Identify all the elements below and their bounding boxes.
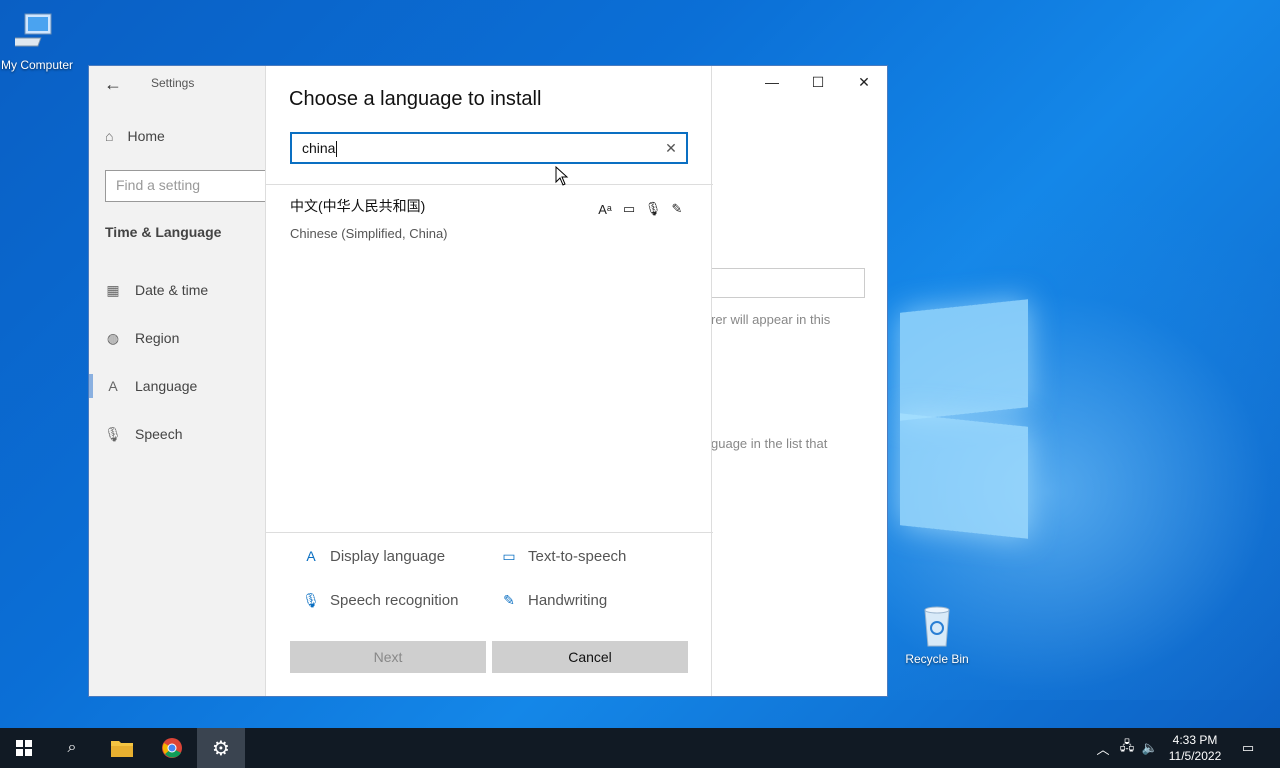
chrome-button[interactable] — [148, 728, 196, 768]
sidebar-item-label: Region — [135, 330, 180, 346]
clear-search-icon[interactable]: ✕ — [662, 139, 680, 157]
volume-icon[interactable]: 🔈 — [1140, 728, 1160, 768]
desktop-icon-recycle-bin[interactable]: Recycle Bin — [900, 604, 974, 666]
window-controls: — ☐ ✕ — [749, 66, 887, 98]
search-value: china — [302, 140, 336, 156]
sidebar-item-label: Language — [135, 378, 198, 394]
settings-window: ← Settings ⌂ Home Find a setting Time & … — [88, 65, 888, 697]
text-to-speech-icon: ▭ — [622, 201, 636, 216]
close-icon[interactable]: ✕ — [841, 66, 887, 98]
speech-recognition-icon: 🎙 — [302, 591, 320, 608]
settings-sidebar: ← Settings ⌂ Home Find a setting Time & … — [89, 66, 275, 696]
sidebar-item-speech[interactable]: 🎙 Speech — [104, 425, 183, 443]
recycle-bin-icon — [915, 604, 959, 648]
speech-recognition-icon: 🎙 — [644, 201, 662, 216]
handwriting-icon: ✎ — [671, 201, 683, 216]
chrome-icon — [162, 738, 182, 758]
legend-label: Handwriting — [528, 591, 608, 609]
window-title: Settings — [151, 76, 195, 90]
background-input — [711, 268, 865, 298]
background-text: guage in the list that — [711, 436, 828, 451]
clock[interactable]: 4:33 PM 11/5/2022 — [1160, 732, 1230, 764]
language-english-name: Chinese (Simplified, China) — [290, 226, 448, 241]
display-language-icon: A — [306, 548, 316, 564]
next-button[interactable]: Next — [290, 641, 486, 673]
legend-text-to-speech: ▭ Text-to-speech — [500, 547, 626, 565]
handwriting-icon: ✎ — [503, 591, 515, 608]
feature-legend: A Display language ▭ Text-to-speech 🎙 Sp… — [266, 532, 713, 632]
gear-icon: ⚙ — [212, 737, 230, 760]
dialog-title: Choose a language to install — [289, 88, 542, 110]
active-indicator — [89, 374, 93, 398]
maximize-icon[interactable]: ☐ — [795, 66, 841, 98]
language-icon: A — [108, 378, 118, 394]
desktop-icon-label: My Computer — [0, 58, 74, 72]
search-icon: ⌕ — [67, 739, 77, 756]
network-icon[interactable]: 🖧 — [1116, 728, 1138, 768]
cancel-button[interactable]: Cancel — [492, 641, 688, 673]
clock-date: 11/5/2022 — [1168, 749, 1222, 763]
sidebar-item-label: Speech — [135, 426, 183, 442]
legend-speech-recognition: 🎙 Speech recognition — [302, 591, 458, 609]
settings-taskbar-button[interactable]: ⚙ — [197, 728, 245, 768]
desktop-icon-label: Recycle Bin — [905, 652, 969, 666]
background-text: rer will appear in this — [711, 312, 831, 327]
legend-handwriting: ✎ Handwriting — [500, 591, 607, 609]
windows-icon — [16, 740, 32, 756]
file-explorer-button[interactable] — [98, 728, 146, 768]
desktop-icon-my-computer[interactable]: My Computer — [0, 10, 74, 72]
language-native-name: 中文(中华人民共和国) — [290, 198, 426, 214]
home-icon: ⌂ — [105, 128, 114, 144]
sidebar-item-label: Date & time — [135, 282, 209, 298]
back-arrow-icon[interactable]: ← — [101, 72, 125, 96]
show-hidden-icons-icon[interactable]: ︿ — [1094, 728, 1112, 768]
sidebar-item-region[interactable]: ◍ Region — [105, 329, 180, 347]
nav-home[interactable]: ⌂ Home — [105, 128, 165, 144]
microphone-icon: 🎙 — [104, 425, 122, 442]
computer-icon — [7, 10, 59, 54]
find-setting-input[interactable]: Find a setting — [105, 170, 275, 202]
choose-language-dialog: Choose a language to install china ✕ 中文(… — [265, 66, 713, 696]
language-result-row[interactable]: 中文(中华人民共和国) Chinese (Simplified, China) … — [266, 186, 713, 252]
search-button[interactable]: ⌕ — [48, 728, 96, 768]
minimize-icon[interactable]: — — [749, 66, 795, 98]
notifications-icon[interactable]: ▭ — [1236, 728, 1260, 768]
legend-label: Text-to-speech — [528, 547, 627, 565]
sidebar-item-date-time[interactable]: ▦ Date & time — [105, 281, 209, 299]
windows-logo-wallpaper — [888, 296, 1028, 539]
mouse-cursor-icon — [555, 166, 569, 186]
text-to-speech-icon: ▭ — [502, 547, 516, 564]
section-title: Time & Language — [105, 224, 222, 240]
legend-label: Speech recognition — [330, 591, 459, 609]
language-features: Aᵃ ▭ 🎙 ✎ — [596, 200, 686, 218]
display-language-icon: Aᵃ — [598, 201, 612, 217]
legend-label: Display language — [330, 547, 446, 565]
legend-display-language: A Display language — [302, 547, 445, 565]
sidebar-item-language[interactable]: A Language — [105, 378, 197, 394]
language-search-input[interactable]: china ✕ — [290, 132, 688, 164]
clock-time: 4:33 PM — [1172, 733, 1218, 747]
start-button[interactable] — [0, 728, 48, 768]
divider — [266, 184, 713, 185]
calendar-clock-icon: ▦ — [106, 281, 120, 298]
globe-icon: ◍ — [106, 329, 120, 346]
folder-icon — [111, 741, 133, 757]
nav-home-label: Home — [127, 128, 165, 144]
taskbar: ⌕ ⚙ ︿ 🖧 🔈 4:33 PM 11/5/2022 ▭ — [0, 728, 1280, 768]
